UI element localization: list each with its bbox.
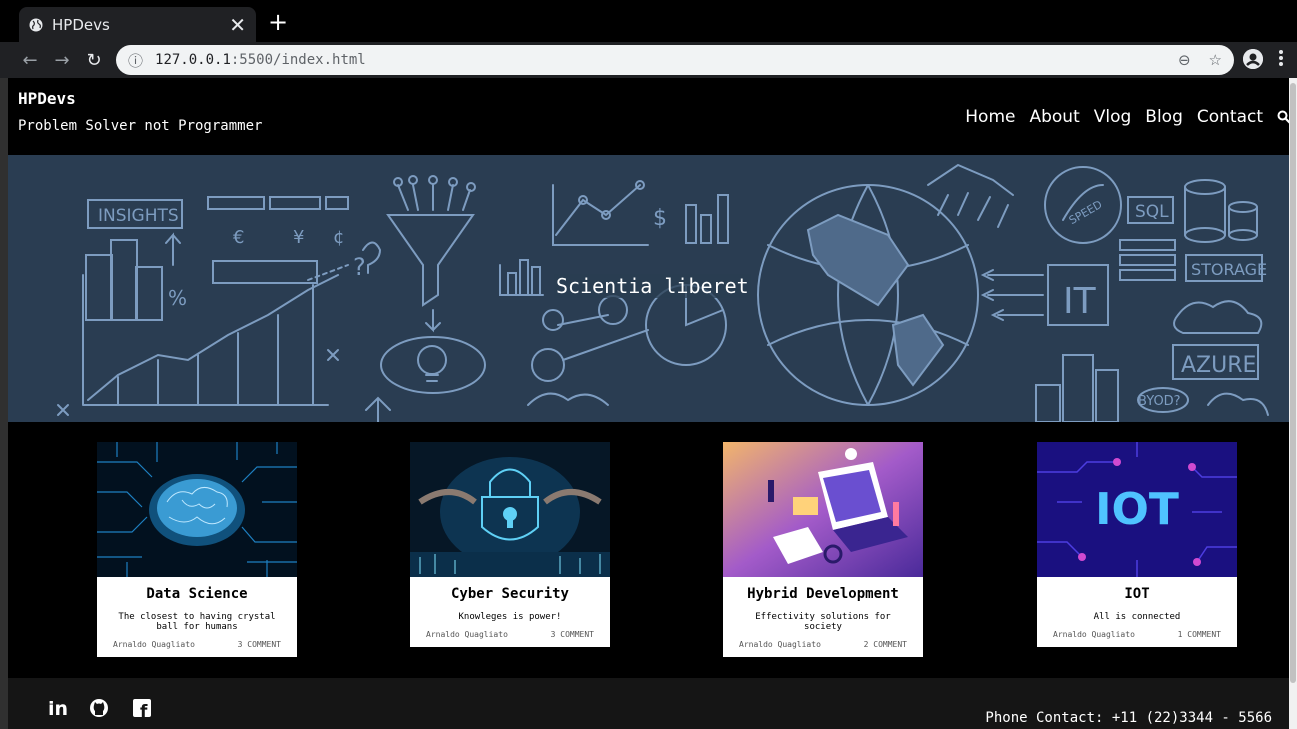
- sketch-label-yen: ¥: [293, 227, 304, 248]
- reload-button[interactable]: ↻: [81, 47, 107, 73]
- card-image-brain[interactable]: [97, 442, 297, 577]
- new-tab-button[interactable]: +: [268, 10, 288, 34]
- card-comments[interactable]: 1 COMMENT: [1178, 630, 1221, 639]
- sketch-label-dollar: $: [653, 206, 667, 231]
- card-image-laptop[interactable]: [723, 442, 923, 577]
- nav-home[interactable]: Home: [965, 107, 1015, 127]
- nav-contact[interactable]: Contact: [1197, 107, 1263, 127]
- sketch-label-byod: BYOD?: [1138, 394, 1181, 409]
- card-hybrid-development[interactable]: Hybrid Development Effectivity solutions…: [723, 442, 923, 657]
- card-meta: Arnaldo Quagliato 2 COMMENT: [729, 640, 917, 649]
- profile-avatar-icon[interactable]: [1243, 49, 1263, 69]
- browser-tab[interactable]: HPDevs ✕: [19, 7, 256, 42]
- card-author: Arnaldo Quagliato: [426, 630, 508, 639]
- card-body: Data Science The closest to having cryst…: [97, 577, 297, 657]
- site-tagline: Problem Solver not Programmer: [18, 118, 263, 134]
- card-title[interactable]: IOT: [1043, 586, 1231, 602]
- nav-blog[interactable]: Blog: [1145, 107, 1183, 127]
- card-author: Arnaldo Quagliato: [113, 640, 195, 649]
- browser-menu-icon[interactable]: [1272, 48, 1290, 68]
- forward-button[interactable]: →: [49, 47, 75, 73]
- web-page: HPDevs Problem Solver not Programmer Hom…: [8, 78, 1297, 729]
- card-meta: Arnaldo Quagliato 1 COMMENT: [1043, 630, 1231, 639]
- sketch-label-azure: AZURE: [1181, 353, 1256, 378]
- sketch-label-cent: ¢: [333, 227, 344, 248]
- sketch-label-sql: SQL: [1135, 202, 1169, 222]
- sketch-label-insights: INSIGHTS: [98, 206, 179, 226]
- globe-icon: [29, 18, 43, 31]
- hero-banner: INSIGHTS SQL STORAGE AZURE IT SPEED BYOD…: [8, 155, 1297, 422]
- card-grid: Data Science The closest to having cryst…: [8, 422, 1297, 678]
- card-title[interactable]: Hybrid Development: [729, 586, 917, 602]
- card-meta: Arnaldo Quagliato 3 COMMENT: [103, 640, 291, 649]
- url-host: 127.0.0.1: [155, 52, 231, 68]
- sketch-label-percent: %: [168, 286, 187, 310]
- card-description: All is connected: [1093, 612, 1181, 622]
- back-button[interactable]: ←: [17, 47, 43, 73]
- url-path: :5500/index.html: [230, 52, 366, 68]
- iot-image-text: IOT: [1095, 484, 1179, 535]
- card-author: Arnaldo Quagliato: [739, 640, 821, 649]
- card-description: The closest to having crystal ball for h…: [118, 612, 276, 632]
- github-icon[interactable]: [89, 698, 109, 718]
- info-icon[interactable]: ⓘ: [128, 50, 143, 71]
- site-header: HPDevs Problem Solver not Programmer Hom…: [8, 78, 1297, 155]
- hero-title: Scientia liberet: [554, 274, 751, 298]
- window-edge: [0, 78, 8, 729]
- card-comments[interactable]: 2 COMMENT: [864, 640, 907, 649]
- sketch-label-storage: STORAGE: [1191, 260, 1267, 279]
- card-body: Hybrid Development Effectivity solutions…: [723, 577, 923, 657]
- card-image-iot[interactable]: IOT: [1037, 442, 1237, 577]
- scrollbar-thumb[interactable]: [1290, 83, 1296, 683]
- card-cyber-security[interactable]: Cyber Security Knowleges is power! Arnal…: [410, 442, 610, 647]
- card-description: Knowleges is power!: [458, 612, 562, 622]
- facebook-icon[interactable]: f: [132, 698, 152, 718]
- nav-about[interactable]: About: [1029, 107, 1079, 127]
- sketch-label-euro: €: [233, 227, 244, 248]
- card-image-lock[interactable]: [410, 442, 610, 577]
- phone-contact: Phone Contact: +11 (22)3344 - 5566: [985, 710, 1272, 726]
- browser-toolbar: ← → ↻ ⓘ 127.0.0.1:5500/index.html ⊖ ☆: [0, 42, 1297, 78]
- site-brand[interactable]: HPDevs: [18, 89, 76, 108]
- card-comments[interactable]: 3 COMMENT: [551, 630, 594, 639]
- url-text[interactable]: 127.0.0.1:5500/index.html: [155, 52, 1160, 68]
- nav-vlog[interactable]: Vlog: [1094, 107, 1132, 127]
- sketch-label-speed: SPEED: [1067, 198, 1105, 227]
- card-comments[interactable]: 3 COMMENT: [238, 640, 281, 649]
- card-meta: Arnaldo Quagliato 3 COMMENT: [416, 630, 604, 639]
- main-nav: Home About Vlog Blog Contact: [965, 107, 1291, 127]
- tab-title: HPDevs: [52, 15, 110, 34]
- card-data-science[interactable]: Data Science The closest to having cryst…: [97, 442, 297, 657]
- linkedin-glyph: in: [48, 698, 67, 718]
- browser-tab-bar: HPDevs ✕ +: [0, 0, 1297, 42]
- card-title[interactable]: Cyber Security: [416, 586, 604, 602]
- card-author: Arnaldo Quagliato: [1053, 630, 1135, 639]
- card-iot[interactable]: IOT IOT All is connected Arnaldo Quaglia…: [1037, 442, 1237, 647]
- close-tab-icon[interactable]: ✕: [229, 15, 246, 35]
- sketch-label-it: IT: [1063, 281, 1097, 322]
- card-title[interactable]: Data Science: [103, 586, 291, 602]
- address-bar[interactable]: ⓘ 127.0.0.1:5500/index.html ⊖ ☆: [116, 45, 1234, 75]
- bookmark-star-icon[interactable]: ☆: [1209, 51, 1222, 69]
- site-footer: in f Phone Contact: +11 (22)3344 - 5566: [8, 678, 1297, 729]
- linkedin-icon[interactable]: in: [47, 698, 67, 718]
- card-body: IOT All is connected Arnaldo Quagliato 1…: [1037, 577, 1237, 647]
- zoom-icon[interactable]: ⊖: [1178, 51, 1191, 69]
- facebook-glyph: f: [140, 702, 148, 718]
- page-scrollbar[interactable]: [1289, 78, 1297, 729]
- sketch-label-question: ?: [353, 253, 366, 281]
- card-body: Cyber Security Knowleges is power! Arnal…: [410, 577, 610, 647]
- card-description: Effectivity solutions for society: [755, 612, 891, 632]
